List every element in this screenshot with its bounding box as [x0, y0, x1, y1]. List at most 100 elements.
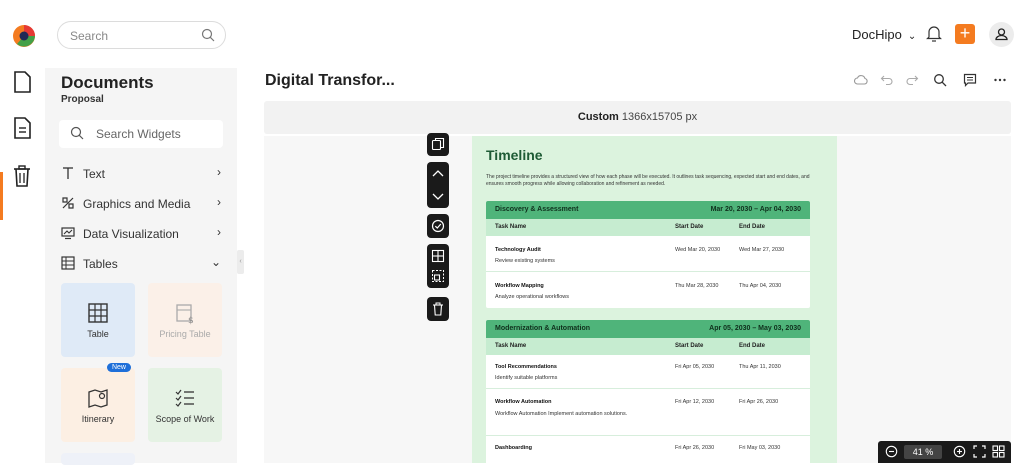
- card-label: Pricing Table: [159, 329, 211, 339]
- category-tables[interactable]: Tables ⌄: [61, 254, 221, 274]
- task-desc: Review existing systems: [495, 258, 555, 264]
- size-value: 1366x15705 px: [621, 111, 698, 123]
- delete-button[interactable]: [427, 297, 449, 321]
- card-label: Table: [87, 329, 109, 339]
- column-header: Start Date: [675, 224, 704, 230]
- section-intro[interactable]: The project timeline provides a structur…: [486, 174, 826, 188]
- create-new-button[interactable]: +: [955, 24, 975, 44]
- document-page[interactable]: Timeline The project timeline provides a…: [472, 136, 837, 463]
- check-button[interactable]: [427, 214, 449, 238]
- phase-name: Discovery & Assessment: [495, 206, 579, 213]
- widgets-panel: Documents Proposal Search Widgets Text ›…: [45, 68, 237, 465]
- layout-buttons[interactable]: [427, 244, 449, 288]
- new-badge: New: [106, 363, 131, 372]
- duplicate-icon: [431, 137, 445, 151]
- column-headers: Task Name Start Date End Date: [486, 219, 810, 236]
- task-end: Wed Mar 27, 2030: [739, 247, 785, 253]
- table-row: Technology Audit Review existing systems…: [486, 236, 810, 272]
- duplicate-button[interactable]: [427, 133, 449, 156]
- more-options-icon[interactable]: [993, 73, 1007, 87]
- section-heading[interactable]: Timeline: [486, 147, 543, 163]
- search-icon[interactable]: [933, 73, 947, 87]
- phase-header: Discovery & Assessment Mar 20, 2030 – Ap…: [486, 201, 810, 219]
- pricing-table-icon: $: [176, 304, 194, 325]
- notification-bell-icon[interactable]: [926, 24, 942, 42]
- column-header: End Date: [739, 224, 766, 230]
- task-desc: Workflow Automation Implement automation…: [495, 411, 628, 417]
- task-end: Fri Apr 26, 2030: [739, 399, 779, 405]
- card-label: Scope of Work: [155, 414, 215, 424]
- task-start: Fri Apr 26, 2030: [675, 445, 715, 451]
- category-text[interactable]: Text ›: [61, 164, 221, 184]
- chevron-down-icon: ⌄: [210, 255, 221, 269]
- check-circle-icon: [431, 219, 445, 233]
- chevron-up-icon[interactable]: [431, 167, 445, 181]
- cloud-save-icon[interactable]: [854, 73, 868, 87]
- task-end: Thu Apr 11, 2030: [739, 364, 781, 370]
- phase-table[interactable]: Modernization & Automation Apr 05, 2030 …: [486, 320, 810, 463]
- table-row: Dashboarding Fri Apr 26, 2030 Fri May 03…: [486, 436, 810, 463]
- task-start: Wed Mar 20, 2030: [675, 247, 721, 253]
- file-icon[interactable]: [12, 71, 32, 93]
- category-label: Data Visualization: [83, 227, 179, 241]
- dochipo-logo[interactable]: [12, 24, 36, 48]
- document-icon[interactable]: [12, 117, 32, 139]
- table-icon: [88, 303, 108, 323]
- column-headers: Task Name Start Date End Date: [486, 338, 810, 355]
- category-label: Text: [83, 167, 106, 181]
- user-avatar[interactable]: [989, 22, 1014, 47]
- phase-table[interactable]: Discovery & Assessment Mar 20, 2030 – Ap…: [486, 201, 810, 308]
- select-area-icon[interactable]: [431, 269, 445, 283]
- task-end: Fri May 03, 2030: [739, 445, 781, 451]
- chevron-right-icon: ›: [217, 165, 221, 179]
- task-start: Thu Mar 28, 2030: [675, 283, 719, 289]
- task-name: Technology Audit: [495, 247, 541, 253]
- column-header: End Date: [739, 343, 766, 349]
- phase-header: Modernization & Automation Apr 05, 2030 …: [486, 320, 810, 338]
- column-header: Start Date: [675, 343, 704, 349]
- column-header: Task Name: [495, 343, 527, 349]
- workspace-dropdown[interactable]: DocHipo ⌄: [852, 27, 916, 42]
- canvas-size-bar[interactable]: Custom 1366x15705 px: [264, 101, 1011, 134]
- zoom-level[interactable]: 41 %: [904, 445, 942, 459]
- move-section-buttons[interactable]: [427, 162, 449, 208]
- widget-card-table[interactable]: Table: [61, 283, 135, 357]
- zoom-in-icon[interactable]: [953, 445, 966, 458]
- left-icon-rail: [0, 68, 45, 463]
- widget-card-scope-of-work[interactable]: Scope of Work: [148, 368, 222, 442]
- search-input[interactable]: Search: [57, 21, 226, 49]
- trash-icon[interactable]: [12, 165, 32, 187]
- table-icon: [61, 256, 75, 270]
- task-name: Dashboarding: [495, 445, 532, 451]
- document-title[interactable]: Digital Transfor...: [265, 72, 395, 90]
- zoom-out-icon[interactable]: [885, 445, 898, 458]
- panel-collapse-handle[interactable]: ‹: [237, 250, 244, 274]
- text-icon: [63, 167, 73, 179]
- widget-search-placeholder: Search Widgets: [96, 127, 181, 141]
- chart-icon: [61, 227, 75, 240]
- category-label: Tables: [83, 257, 118, 271]
- comment-icon[interactable]: [963, 73, 977, 87]
- graphics-icon: [62, 197, 74, 209]
- category-data-visualization[interactable]: Data Visualization ›: [61, 224, 221, 244]
- panel-subtitle: Proposal: [61, 94, 104, 105]
- column-header: Task Name: [495, 224, 527, 230]
- fit-to-screen-icon[interactable]: [973, 445, 986, 458]
- category-graphics-and-media[interactable]: Graphics and Media ›: [61, 194, 221, 214]
- undo-icon[interactable]: [880, 73, 894, 87]
- chevron-right-icon: ›: [217, 195, 221, 209]
- widget-card-itinerary[interactable]: New Itinerary: [61, 363, 135, 442]
- widget-search-input[interactable]: Search Widgets: [59, 120, 223, 148]
- task-name: Tool Recommendations: [495, 364, 557, 370]
- size-label: Custom: [577, 111, 619, 123]
- widget-card-pricing-table[interactable]: $ Pricing Table: [148, 283, 222, 357]
- chevron-down-icon[interactable]: [431, 189, 445, 203]
- redo-icon[interactable]: [905, 73, 919, 87]
- workspace-name: DocHipo: [852, 27, 902, 42]
- card-label: Itinerary: [81, 414, 115, 424]
- search-icon: [70, 126, 84, 140]
- widget-card-more[interactable]: [61, 453, 135, 465]
- page-grid-icon[interactable]: [992, 445, 1005, 458]
- task-end: Thu Apr 04, 2030: [739, 283, 782, 289]
- grid-icon[interactable]: [431, 249, 445, 263]
